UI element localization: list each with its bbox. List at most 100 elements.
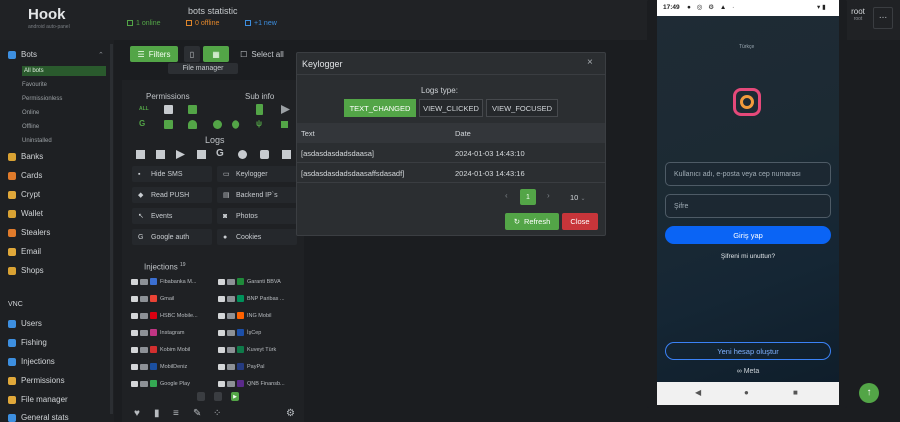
back-icon[interactable]: ◀ xyxy=(695,388,701,397)
page-button[interactable] xyxy=(214,392,222,401)
injection-row[interactable]: QNB Finansb... xyxy=(218,380,285,387)
injection-row[interactable]: Garanti BBVA xyxy=(218,278,281,285)
toggle-switch[interactable] xyxy=(140,363,148,370)
toggle-switch[interactable] xyxy=(227,346,235,353)
sidebar-item-injections[interactable]: Injections xyxy=(8,357,55,366)
column-date[interactable]: Date xyxy=(455,129,471,138)
sidebar-sub-uninstalled[interactable]: Uninstalled xyxy=(22,138,52,144)
sidebar-item-email[interactable]: Email xyxy=(8,247,41,256)
password-field[interactable]: Şifre xyxy=(665,194,831,218)
more-button[interactable]: ... xyxy=(873,7,893,29)
sidebar-item-users[interactable]: Users xyxy=(8,319,42,328)
sidebar-item-crypt[interactable]: Crypt xyxy=(8,190,40,199)
sidebar-item-vnc[interactable]: VNC xyxy=(8,300,23,308)
prev-page-icon[interactable]: ‹ xyxy=(505,191,508,200)
page-current[interactable]: 1 xyxy=(520,189,536,205)
sidebar-item-file-manager[interactable]: File manager xyxy=(8,395,68,404)
google-auth-button[interactable]: G Google auth xyxy=(132,229,212,245)
toggle-switch[interactable] xyxy=(140,295,148,302)
injection-row[interactable]: Google Play xyxy=(131,380,190,387)
list-view-button[interactable]: ▯ xyxy=(184,46,200,62)
gear-icon[interactable]: ⚙ xyxy=(286,408,295,419)
device-screen[interactable]: 17:49 ● ◎ ⚙ ▲ · ▾ ▮ Türkçe Kullanıcı adı… xyxy=(647,0,847,408)
sidebar-sub-all-bots[interactable]: All bots xyxy=(22,66,106,76)
log-call-icon[interactable] xyxy=(260,150,269,159)
log-chat-icon[interactable] xyxy=(282,150,291,159)
injection-row[interactable]: Gmail xyxy=(131,295,174,302)
sidebar-sub-online[interactable]: Online xyxy=(22,110,39,116)
injection-row[interactable]: PayPal xyxy=(218,363,264,370)
page-size-select[interactable]: 10 ⌄ xyxy=(570,193,585,202)
create-account-button[interactable]: Yeni hesap oluştur xyxy=(665,342,831,360)
read-push-button[interactable]: ◆ Read PUSH xyxy=(132,187,212,203)
sidebar-item-wallet[interactable]: Wallet xyxy=(8,209,43,218)
toggle-switch[interactable] xyxy=(140,346,148,353)
injection-row[interactable]: ING Mobil xyxy=(218,312,271,319)
toggle-switch[interactable] xyxy=(140,278,148,285)
toggle-switch[interactable] xyxy=(140,312,148,319)
sidebar-item-stealers[interactable]: Stealers xyxy=(8,228,50,237)
events-button[interactable]: ↖ Events xyxy=(132,208,212,224)
chevron-up-icon[interactable]: ⌃ xyxy=(98,51,104,59)
instagram-login-screen[interactable]: Türkçe Kullanıcı adı, e-posta veya cep n… xyxy=(657,16,839,382)
recents-icon[interactable]: ■ xyxy=(793,388,798,397)
injection-row[interactable]: Instagram xyxy=(131,329,184,336)
trash-icon[interactable]: ▮ xyxy=(154,408,160,419)
page-next-button[interactable]: ▶ xyxy=(231,392,239,401)
sidebar-scrollbar[interactable] xyxy=(110,44,113,414)
injection-row[interactable]: Kuveyt Türk xyxy=(218,346,276,353)
toggle-switch[interactable] xyxy=(140,329,148,336)
log-mail-icon[interactable] xyxy=(136,150,145,159)
toggle-switch[interactable] xyxy=(227,363,235,370)
hide-sms-button[interactable]: ▪ Hide SMS xyxy=(132,166,212,182)
grid-dots-icon[interactable]: ⁘ xyxy=(213,408,221,419)
cookies-button[interactable]: ● Cookies xyxy=(217,229,297,245)
injection-row[interactable]: MobilDeniz xyxy=(131,363,187,370)
injection-row[interactable]: HSBC Mobile... xyxy=(131,312,198,319)
log-bag-icon[interactable] xyxy=(156,150,165,159)
login-button[interactable]: Giriş yap xyxy=(665,226,831,244)
sidebar-item-shops[interactable]: Shops xyxy=(8,266,44,275)
toggle-switch[interactable] xyxy=(227,295,235,302)
sidebar-item-banks[interactable]: Banks xyxy=(8,152,43,161)
username-field[interactable]: Kullanıcı adı, e-posta veya cep numarası xyxy=(665,162,831,186)
injection-row[interactable]: İşCep xyxy=(218,329,261,336)
grid-view-button[interactable]: ▦ xyxy=(203,46,229,62)
injection-row[interactable]: BNP Paribas ... xyxy=(218,295,285,302)
injection-row[interactable]: Fibabanka M... xyxy=(131,278,196,285)
next-page-icon[interactable]: › xyxy=(547,191,550,200)
home-icon[interactable]: ● xyxy=(744,388,749,397)
sidebar-item-general-stats[interactable]: General stats xyxy=(8,413,69,422)
log-key-icon[interactable] xyxy=(238,150,247,159)
language-selector[interactable]: Türkçe xyxy=(739,44,754,50)
page-prev-button[interactable] xyxy=(197,392,205,401)
toggle-switch[interactable] xyxy=(227,312,235,319)
refresh-button[interactable]: ↻ Refresh xyxy=(505,213,559,230)
toggle-switch[interactable] xyxy=(140,380,148,387)
sidebar-sub-offline[interactable]: Offline xyxy=(22,124,39,130)
edit-icon[interactable]: ✎ xyxy=(193,408,201,419)
filters-button[interactable]: ☰ Filters xyxy=(130,46,178,62)
column-text[interactable]: Text xyxy=(301,129,315,138)
injection-row[interactable]: Kobim Mobil xyxy=(131,346,190,353)
sidebar-item-permissions[interactable]: Permissions xyxy=(8,376,65,385)
sidebar-item-fishing[interactable]: Fishing xyxy=(8,338,47,347)
backend-ips-button[interactable]: ▤ Backend IP`s xyxy=(217,187,297,203)
type-view-focused[interactable]: VIEW_FOCUSED xyxy=(486,99,558,117)
sidebar-sub-favourite[interactable]: Favourite xyxy=(22,82,47,88)
sidebar-item-cards[interactable]: Cards xyxy=(8,171,42,180)
perm-all[interactable]: ALL xyxy=(139,106,149,112)
select-all-button[interactable]: ☐ Select all xyxy=(236,46,288,62)
scroll-top-button[interactable]: ↑ xyxy=(859,383,879,403)
file-manager-button[interactable]: File manager xyxy=(168,63,238,74)
close-button[interactable]: Close xyxy=(562,213,598,230)
forgot-password-link[interactable]: Şifreni mi unuttun? xyxy=(657,253,839,260)
sidebar-sub-permissionless[interactable]: Permissionless xyxy=(22,96,62,102)
toggle-switch[interactable] xyxy=(227,329,235,336)
heart-icon[interactable]: ♥ xyxy=(134,408,140,419)
toggle-switch[interactable] xyxy=(227,278,235,285)
keylogger-button[interactable]: ▭ Keylogger xyxy=(217,166,297,182)
sidebar-item-bots[interactable]: Bots xyxy=(8,50,37,59)
user-box[interactable]: root root xyxy=(846,7,870,29)
log-google-icon[interactable]: G xyxy=(216,148,224,159)
